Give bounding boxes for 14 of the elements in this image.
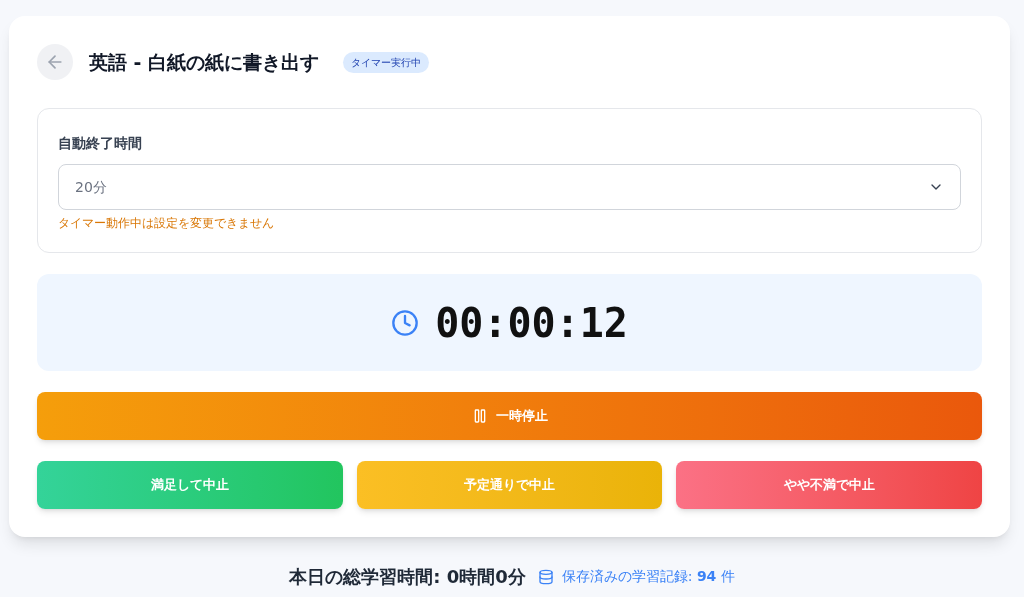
pause-button[interactable]: 一時停止: [37, 392, 982, 440]
total-study-time: 本日の総学習時間: 0時間0分: [289, 565, 526, 589]
stop-button[interactable]: やや不満で中止: [676, 461, 982, 509]
warning-text: タイマー動作中は設定を変更できません: [58, 215, 275, 232]
database-icon: [537, 568, 554, 585]
back-button[interactable]: [37, 44, 73, 80]
page-title: 英語 - 白紙の紙に書き出す: [89, 49, 320, 75]
stop-button[interactable]: 予定通りで中止: [356, 461, 663, 509]
clock-icon: [391, 308, 420, 337]
status-badge: タイマー実行中: [343, 51, 430, 73]
setting-label: 自動終了時間: [58, 134, 143, 153]
saved-records-count: 保存済みの学習記録: 94 件: [561, 567, 735, 586]
timer-display: 00:00:12: [435, 298, 628, 348]
stop-button[interactable]: 満足して中止: [37, 461, 343, 509]
